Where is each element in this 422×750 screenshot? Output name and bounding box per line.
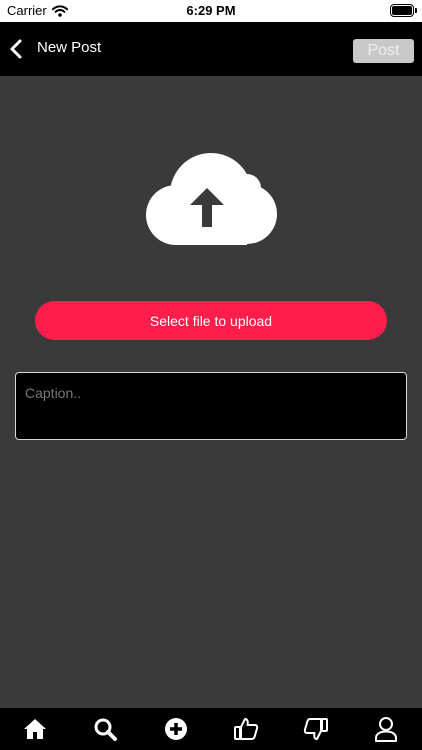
cloud-upload-icon[interactable] xyxy=(145,150,277,248)
chevron-left-icon[interactable] xyxy=(6,36,30,62)
profile-icon[interactable] xyxy=(373,716,399,742)
battery-icon xyxy=(390,4,417,17)
tab-bar xyxy=(0,708,422,750)
clock: 6:29 PM xyxy=(186,3,236,18)
select-file-button[interactable]: Select file to upload xyxy=(35,301,387,340)
navigation-bar: New Post Post xyxy=(0,22,422,76)
post-button[interactable]: Post xyxy=(353,39,414,63)
add-circle-icon[interactable] xyxy=(163,716,189,742)
page-title: New Post xyxy=(37,39,102,56)
caption-input[interactable] xyxy=(15,372,407,440)
home-icon[interactable] xyxy=(22,716,48,742)
search-icon[interactable] xyxy=(92,716,118,742)
status-bar: Carrier 6:29 PM xyxy=(0,0,422,22)
thumbs-down-icon[interactable] xyxy=(303,716,329,742)
thumbs-up-icon[interactable] xyxy=(233,716,259,742)
